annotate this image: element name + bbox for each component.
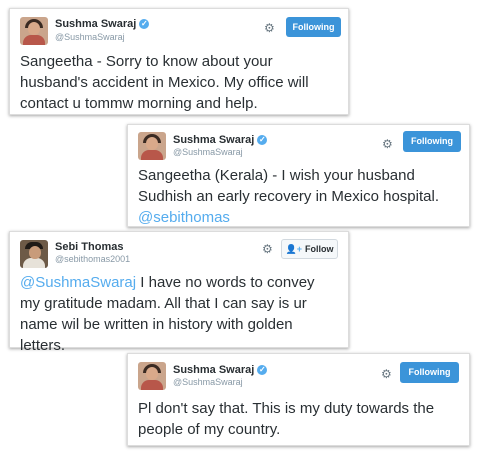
gear-icon[interactable]: ⚙ [264, 22, 275, 34]
author-name[interactable]: Sushma Swaraj ✓ [55, 18, 150, 30]
verified-badge-icon: ✓ [257, 135, 268, 145]
avatar[interactable] [138, 362, 166, 390]
author-name[interactable]: Sebi Thomas [55, 241, 123, 253]
add-user-icon: 👤+ [285, 244, 302, 254]
avatar[interactable] [20, 17, 48, 45]
tweet-text: @SushmaSwaraj I have no words to convey … [20, 274, 315, 354]
verified-badge-icon: ✓ [257, 365, 268, 375]
tweet-text: Sangeetha - Sorry to know about your hus… [20, 53, 309, 112]
avatar[interactable] [20, 240, 48, 268]
tweet-card-3: Sebi Thomas @sebithomas2001 ⚙ 👤+ Follow @… [9, 231, 349, 354]
tweet-card-1: Sushma Swaraj ✓ @SushmaSwaraj ⚙ Following… [9, 8, 349, 115]
tweet-text: Pl don't say that. This is my duty towar… [138, 400, 435, 438]
author-handle[interactable]: @SushmaSwaraj [55, 32, 125, 42]
author-name[interactable]: Sushma Swaraj ✓ [173, 364, 268, 376]
gear-icon[interactable]: ⚙ [382, 138, 393, 150]
following-button[interactable]: Following [403, 131, 461, 152]
avatar[interactable] [138, 132, 166, 160]
author-handle[interactable]: @SushmaSwaraj [173, 377, 243, 387]
gear-icon[interactable]: ⚙ [262, 243, 273, 255]
following-button[interactable]: Following [286, 17, 341, 37]
tweet-card-2: Sushma Swaraj ✓ @SushmaSwaraj ⚙ Following… [127, 124, 470, 227]
tweet-card-4: Sushma Swaraj ✓ @SushmaSwaraj ⚙ Following… [127, 353, 470, 446]
mention-link[interactable]: @SushmaSwaraj [20, 274, 136, 291]
author-handle[interactable]: @SushmaSwaraj [173, 147, 243, 157]
mention-link[interactable]: @sebithomas [138, 207, 439, 228]
gear-icon[interactable]: ⚙ [381, 368, 392, 380]
tweet-text: Sangeetha (Kerala) - I wish your husband… [138, 167, 439, 228]
following-button[interactable]: Following [400, 362, 459, 383]
follow-button[interactable]: 👤+ Follow [281, 239, 338, 259]
verified-badge-icon: ✓ [139, 19, 150, 29]
author-handle[interactable]: @sebithomas2001 [55, 254, 130, 264]
author-name[interactable]: Sushma Swaraj ✓ [173, 134, 268, 146]
